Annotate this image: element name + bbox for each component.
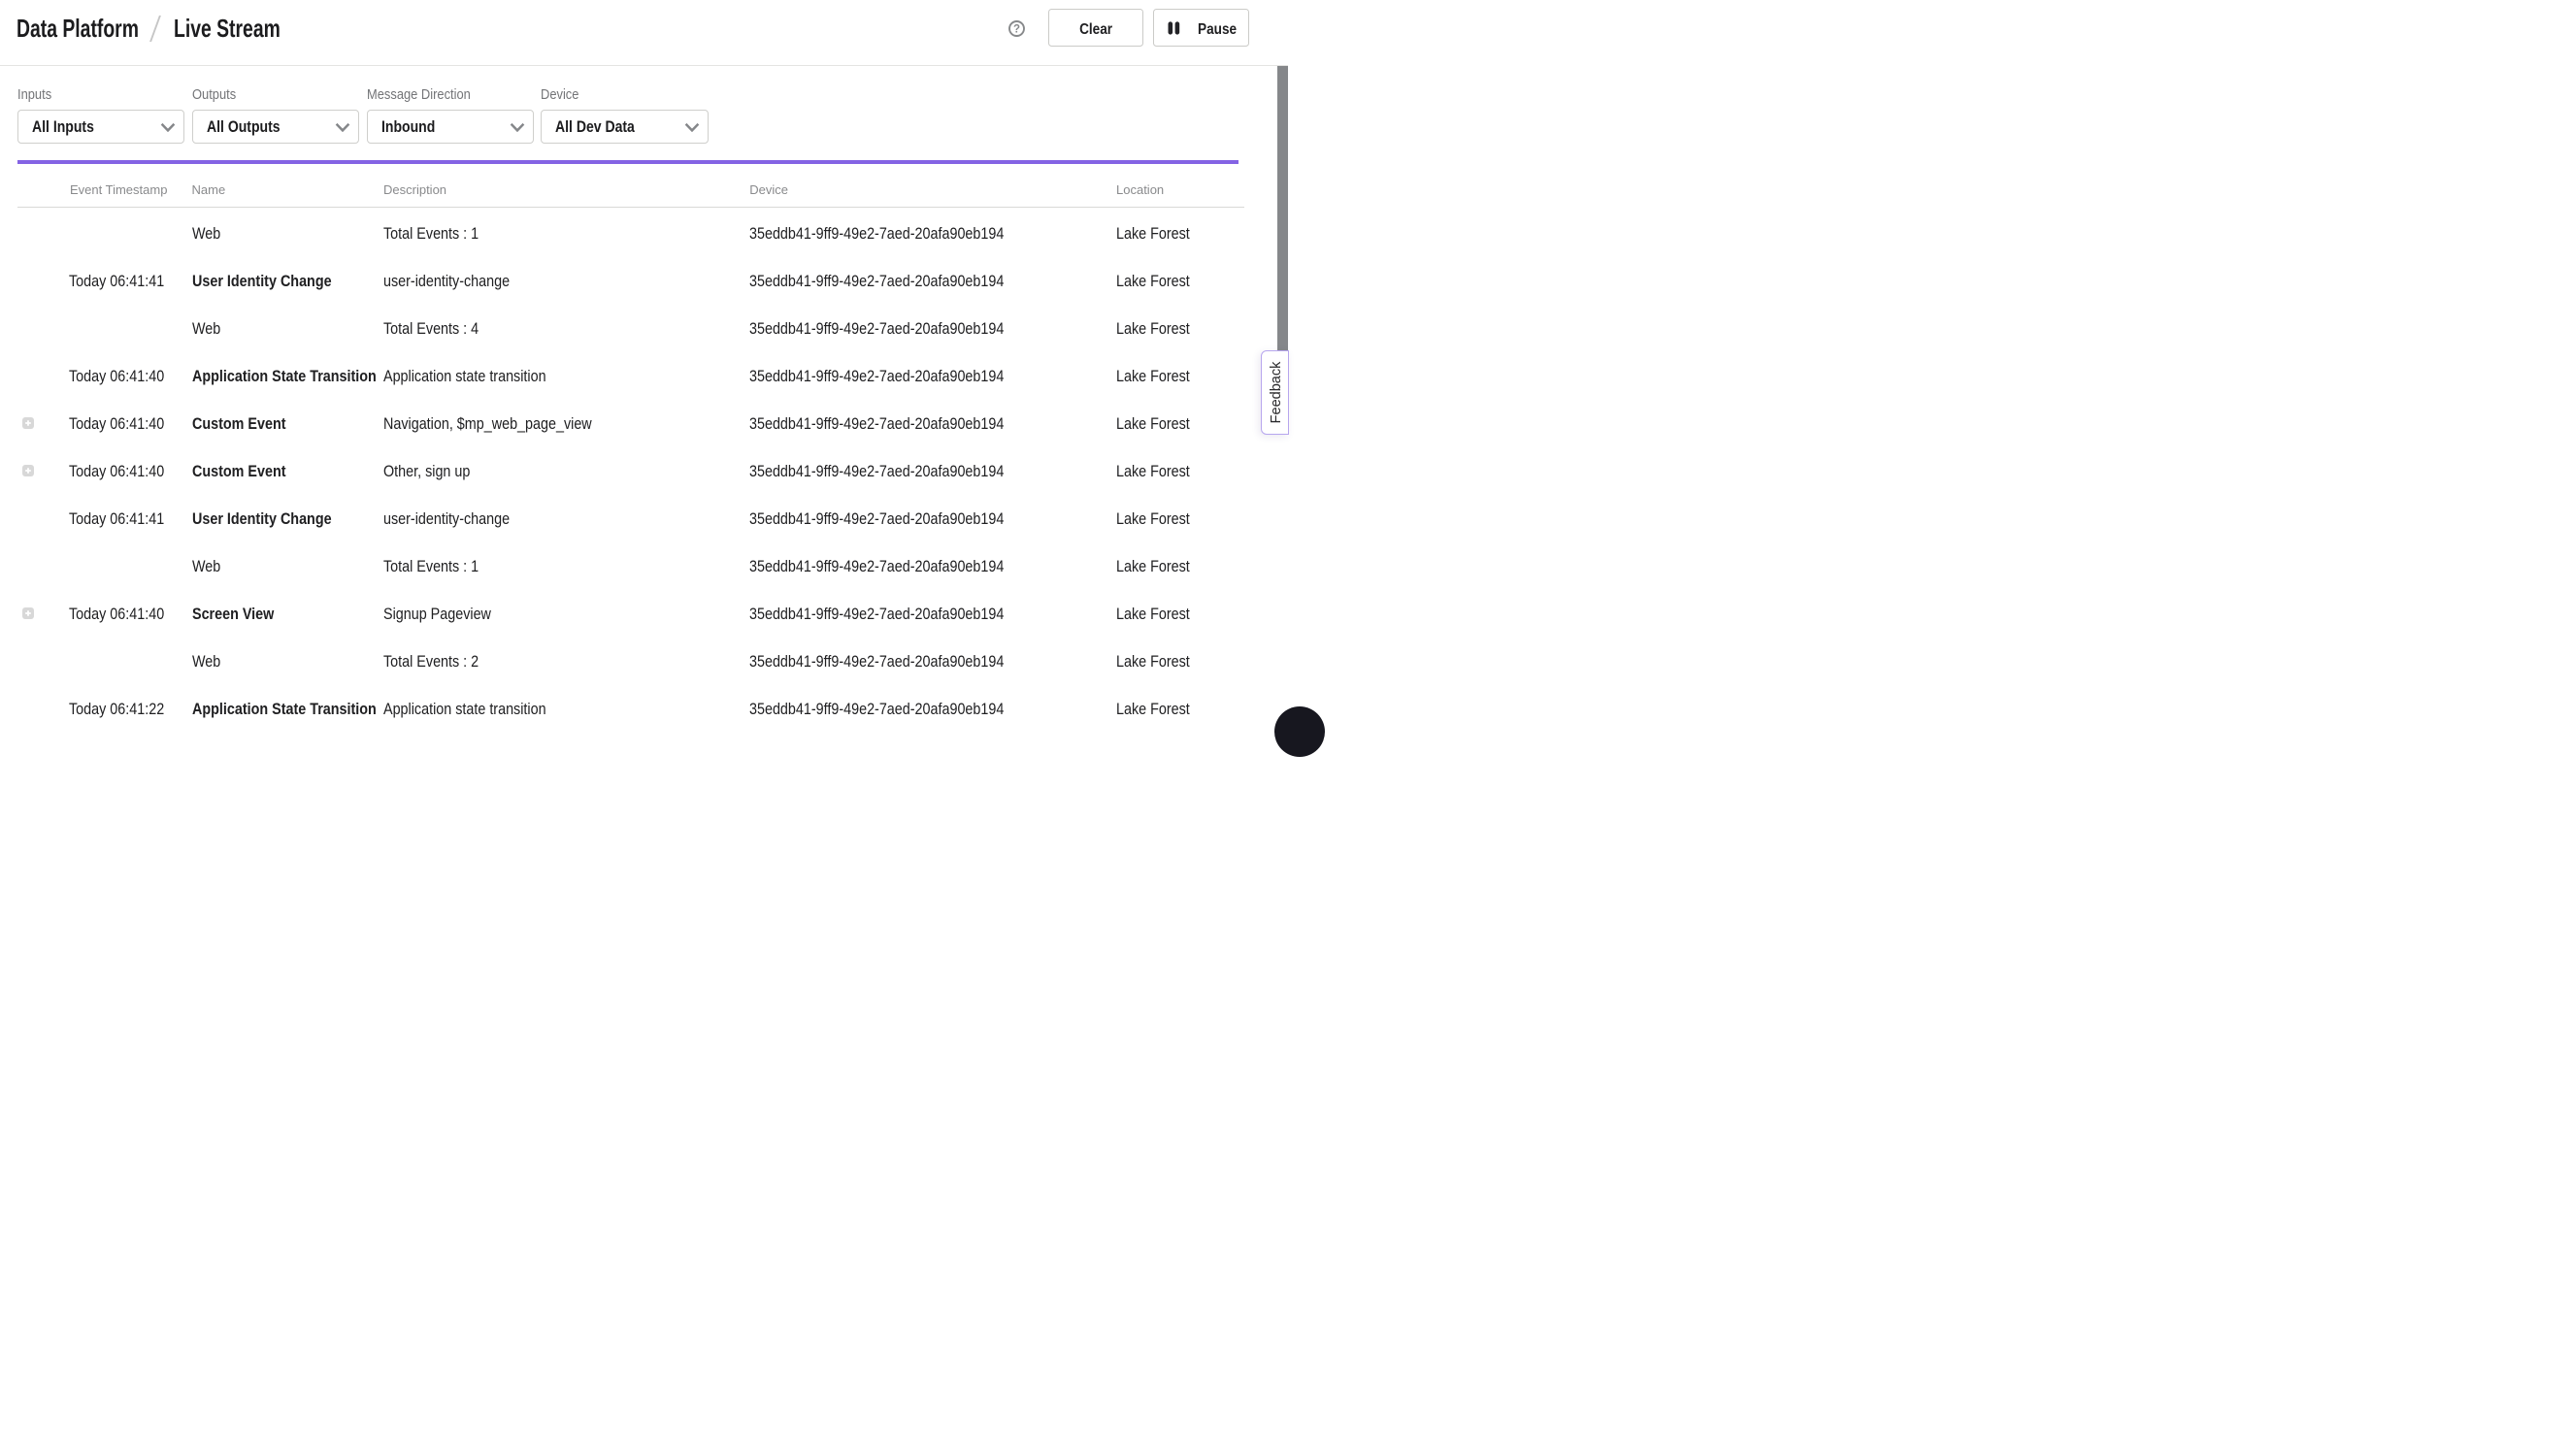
svg-text:?: ? [1012,23,1019,35]
